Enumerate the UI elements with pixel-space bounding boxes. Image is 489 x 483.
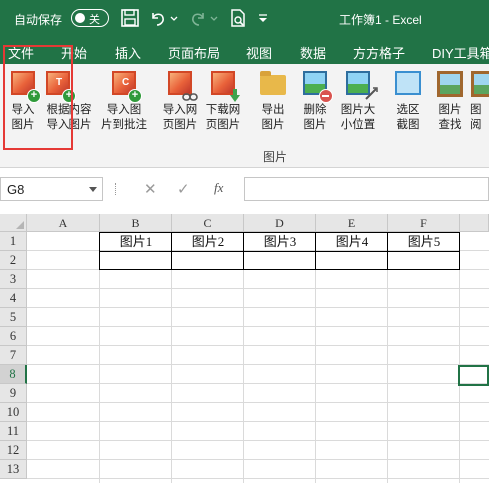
column-header-a[interactable]: A [27,214,100,232]
row-header-10[interactable]: 10 [0,403,27,422]
picture-search-icon [436,71,464,99]
active-cell-g8[interactable] [458,365,489,386]
gridline [27,459,489,460]
tab-view[interactable]: 视图 [246,43,272,62]
download-web-picture-label: 下载网 页图片 [205,104,241,131]
title-bar: 自动保存 关 工作簿1 - Excel [0,0,489,36]
row-header-7[interactable]: 7 [0,346,27,365]
picture-view-label: 图 阅 [470,104,482,131]
picture-search-label: 图片 查找 [438,104,462,131]
gridline [27,402,489,403]
cell-c1[interactable]: 图片2 [172,232,244,251]
picture-size-label: 图片大 小位置 [340,104,376,131]
formula-bar: G8 ✕ ✓ fx [0,168,489,214]
gridline [27,326,489,327]
screenshot-button[interactable]: 选区 截图 [388,71,428,133]
delete-picture-label: 删除 图片 [303,104,327,131]
row-header-2[interactable]: 2 [0,251,27,270]
column-header-b[interactable]: B [100,214,172,232]
delete-picture-button[interactable]: 删除 图片 [295,71,335,133]
row-header-3[interactable]: 3 [0,270,27,289]
download-web-picture-icon [209,71,240,102]
screenshot-label: 选区 截图 [396,104,420,131]
export-picture-label: 导出 图片 [261,104,285,131]
ribbon-group-label: 图片 [263,150,288,164]
gridline [27,478,489,479]
gridline [27,364,489,365]
export-picture-button[interactable]: 导出 图片 [253,71,293,133]
gridline [27,345,489,346]
chevron-down-icon[interactable] [89,187,97,192]
cell-e1[interactable]: 图片4 [316,232,388,251]
autosave-state: 关 [89,14,100,26]
picture-search-button[interactable]: 图片 查找 [430,71,470,133]
gridline [27,383,489,384]
gridline [27,288,489,289]
column-header-f[interactable]: F [388,214,460,232]
column-header-e[interactable]: E [316,214,388,232]
tab-data[interactable]: 数据 [300,43,326,62]
name-box-value: G8 [7,182,25,197]
export-picture-icon [259,71,287,99]
insert-function-icon[interactable]: fx [214,180,223,196]
picture-size-icon [344,71,378,100]
picture-view-button[interactable]: 图 阅 [470,71,489,133]
row-header-8[interactable]: 8 [0,365,27,384]
import-web-picture-icon [166,71,198,101]
formula-input[interactable] [244,177,489,201]
print-preview-icon[interactable] [228,8,248,28]
import-web-picture-button[interactable]: 导入网 页图片 [158,71,202,133]
redo-dropdown-icon[interactable] [209,8,219,28]
gridline [27,307,489,308]
column-header-d[interactable]: D [244,214,316,232]
select-all-button[interactable] [0,214,27,232]
border-line [100,251,459,252]
ribbon: + 导入 图片 T + 根据 导入 内容 图片 C + 导入图 片到批注 导入网 页… [0,64,489,168]
name-box[interactable]: G8 [0,177,103,201]
cell-b1[interactable]: 图片1 [100,232,172,251]
row-header-4[interactable]: 4 [0,289,27,308]
import-to-comment-button[interactable]: C + 导入图 片到批注 [100,71,148,133]
import-web-picture-label: 导入网 页图片 [162,104,198,131]
screenshot-icon [394,71,422,99]
autosave-label: 自动保存 [14,13,63,27]
autosave-toggle[interactable]: 关 [71,9,109,27]
row-header-9[interactable]: 9 [0,384,27,403]
tab-page-layout[interactable]: 页面布局 [168,43,220,62]
worksheet-grid[interactable]: A B C D E F 1 2 3 4 5 6 7 8 9 10 11 12 1… [0,214,489,483]
tab-insert[interactable]: 插入 [115,43,141,62]
row-header-11[interactable]: 11 [0,422,27,441]
picture-view-icon [470,71,489,99]
save-icon[interactable] [120,8,140,28]
highlight-box [3,45,73,150]
row-header-12[interactable]: 12 [0,441,27,460]
row-header-1[interactable]: 1 [0,232,27,251]
row-header-6[interactable]: 6 [0,327,27,346]
undo-icon[interactable] [148,8,168,28]
row-header-13[interactable]: 13 [0,460,27,479]
row-header-5[interactable]: 5 [0,308,27,327]
cancel-icon[interactable]: ✕ [144,180,157,198]
tab-diy-toolbox[interactable]: DIY工具箱 [432,43,489,62]
redo-icon[interactable] [188,8,208,28]
toggle-knob [75,13,85,23]
gridline [27,440,489,441]
ribbon-tabs: 文件 开始 插入 页面布局 视图 数据 方方格子 DIY工具箱 [0,36,489,64]
formula-separator [115,183,117,195]
cell-f1[interactable]: 图片5 [388,232,460,251]
enter-icon[interactable]: ✓ [177,180,190,198]
import-to-comment-label: 导入图 片到批注 [101,104,147,131]
cell-d1[interactable]: 图片3 [244,232,316,251]
gridline [27,421,489,422]
delete-picture-icon [301,71,333,103]
column-header-g[interactable] [460,214,489,232]
download-web-picture-button[interactable]: 下载网 页图片 [201,71,245,133]
customize-toolbar-icon[interactable] [256,8,270,28]
document-title: 工作簿1 - Excel [339,13,422,27]
picture-size-button[interactable]: 图片大 小位置 [336,71,380,133]
tab-fangfanggezi[interactable]: 方方格子 [353,43,405,62]
import-to-comment-icon: C + [110,71,142,103]
undo-dropdown-icon[interactable] [169,8,179,28]
column-header-c[interactable]: C [172,214,244,232]
